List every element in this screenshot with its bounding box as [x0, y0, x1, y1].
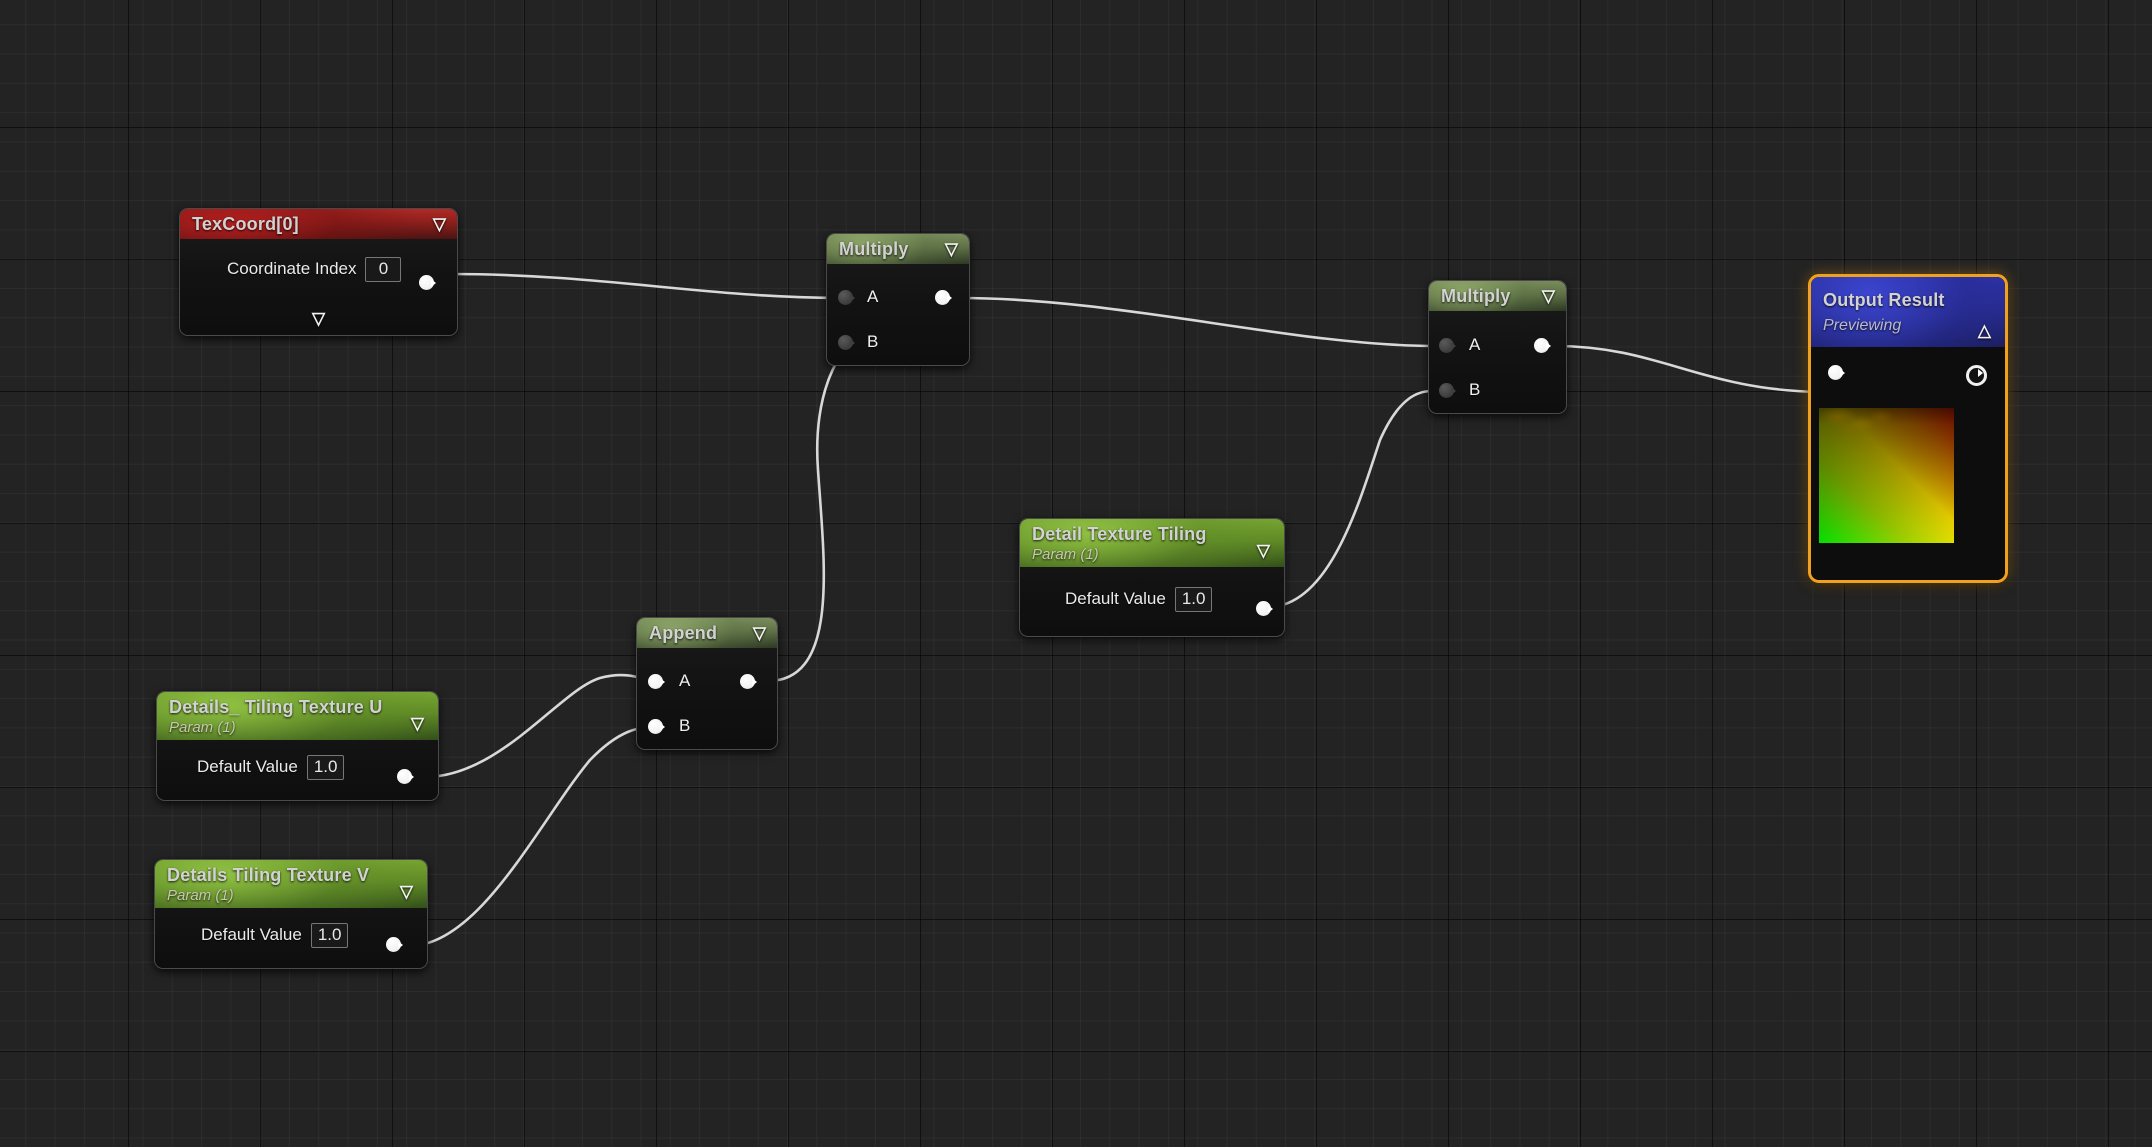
- input-pin-a-label: A: [1469, 335, 1481, 354]
- node-title: Detail Texture Tiling: [1032, 523, 1207, 544]
- output-pin-output-result[interactable]: [1966, 365, 1987, 386]
- output-pin-details-tiling-v[interactable]: [386, 937, 403, 954]
- node-header-multiply-2[interactable]: Multiply ▽: [1429, 281, 1566, 311]
- output-pin-append[interactable]: [740, 674, 757, 691]
- material-graph-canvas[interactable]: TexCoord[0] ▽ Coordinate Index 0 ▽ Multi…: [0, 0, 2152, 1147]
- input-pin-a-label: A: [679, 671, 691, 690]
- output-pin-multiply-2[interactable]: [1534, 338, 1551, 355]
- node-append[interactable]: Append ▽ A B: [636, 617, 778, 750]
- node-title: TexCoord[0]: [192, 213, 299, 234]
- node-subtitle: Param (1): [169, 718, 236, 736]
- input-pin-a-label: A: [867, 287, 879, 306]
- input-pin-b[interactable]: [1439, 383, 1456, 400]
- node-output-result[interactable]: Output Result Previewing △: [1808, 274, 2008, 583]
- input-pin-output-result[interactable]: [1828, 365, 1845, 382]
- chevron-down-icon[interactable]: ▽: [1542, 288, 1555, 305]
- node-subtitle: Param (1): [1032, 545, 1099, 563]
- node-multiply-2[interactable]: Multiply ▽ A B: [1428, 280, 1567, 414]
- chevron-down-icon-expand[interactable]: ▽: [312, 310, 325, 327]
- input-pin-b-label: B: [867, 332, 879, 351]
- row-label: Default Value: [1065, 589, 1166, 609]
- chevron-up-icon[interactable]: △: [1978, 322, 1991, 339]
- node-row-default-value: Default Value 1.0: [1020, 587, 1284, 612]
- input-pin-a[interactable]: [1439, 338, 1456, 355]
- chevron-down-icon[interactable]: ▽: [945, 241, 958, 258]
- input-pin-a[interactable]: [838, 290, 855, 307]
- output-pin-multiply-1[interactable]: [935, 290, 952, 307]
- node-details-tiling-texture-v[interactable]: Details Tiling Texture V Param (1) ▽ Def…: [154, 859, 428, 969]
- wire-tilingv-out-to-append-b: [407, 725, 656, 948]
- input-pin-b[interactable]: [838, 335, 855, 352]
- input-pin-b-label: B: [1469, 380, 1481, 399]
- input-pin-b[interactable]: [648, 719, 665, 736]
- node-header-details-tiling-u[interactable]: Details_ Tiling Texture U Param (1) ▽: [157, 692, 438, 740]
- node-header-append[interactable]: Append ▽: [637, 618, 777, 648]
- wire-append-out-to-multiply1-b: [766, 341, 858, 683]
- wire-tilingu-out-to-append-a: [423, 673, 656, 779]
- node-title: Details_ Tiling Texture U: [169, 696, 383, 717]
- row-label: Coordinate Index: [227, 259, 357, 279]
- wire-detailtiling-out-to-multiply2-b: [1266, 389, 1434, 609]
- node-multiply-1[interactable]: Multiply ▽ A B: [826, 233, 970, 366]
- node-texcoord[interactable]: TexCoord[0] ▽ Coordinate Index 0 ▽: [179, 208, 458, 336]
- output-pin-details-tiling-u[interactable]: [397, 769, 414, 786]
- node-header-multiply-1[interactable]: Multiply ▽: [827, 234, 969, 264]
- node-row-default-value: Default Value 1.0: [157, 755, 438, 780]
- node-header-output-result[interactable]: Output Result Previewing △: [1811, 277, 2005, 347]
- node-details-tiling-texture-u[interactable]: Details_ Tiling Texture U Param (1) ▽ De…: [156, 691, 439, 801]
- node-subtitle: Param (1): [167, 886, 234, 904]
- output-pin-detail-texture-tiling[interactable]: [1256, 601, 1273, 618]
- row-label: Default Value: [197, 757, 298, 777]
- node-header-details-tiling-v[interactable]: Details Tiling Texture V Param (1) ▽: [155, 860, 427, 908]
- default-value-input[interactable]: 1.0: [1174, 587, 1213, 612]
- node-detail-texture-tiling[interactable]: Detail Texture Tiling Param (1) ▽ Defaul…: [1019, 518, 1285, 637]
- wire-multiply1-out-to-multiply2-a: [958, 296, 1434, 348]
- chevron-down-icon[interactable]: ▽: [411, 715, 424, 732]
- material-preview-swatch: [1819, 408, 1954, 543]
- default-value-input[interactable]: 1.0: [310, 923, 349, 948]
- chevron-down-icon[interactable]: ▽: [433, 216, 446, 233]
- node-header-detail-texture-tiling[interactable]: Detail Texture Tiling Param (1) ▽: [1020, 519, 1284, 567]
- node-row-coordinate-index: Coordinate Index 0: [180, 257, 457, 282]
- node-title: Multiply: [1441, 285, 1511, 306]
- chevron-down-icon[interactable]: ▽: [400, 883, 413, 900]
- input-pin-b-label: B: [679, 716, 691, 735]
- node-title: Multiply: [839, 238, 909, 259]
- coordinate-index-input[interactable]: 0: [365, 257, 402, 282]
- node-title: Details Tiling Texture V: [167, 864, 370, 885]
- chevron-down-icon[interactable]: ▽: [753, 625, 766, 642]
- default-value-input[interactable]: 1.0: [306, 755, 345, 780]
- node-title: Output Result: [1823, 289, 1945, 310]
- preview-noise-overlay: [1819, 408, 1954, 454]
- node-header-texcoord[interactable]: TexCoord[0] ▽: [180, 209, 457, 239]
- node-subtitle-previewing: Previewing: [1823, 316, 1902, 334]
- output-pin-texcoord[interactable]: [419, 275, 436, 292]
- wire-multiply2-out-to-output: [1552, 344, 1822, 394]
- chevron-down-icon[interactable]: ▽: [1257, 542, 1270, 559]
- row-label: Default Value: [201, 925, 302, 945]
- wire-texcoord-to-multiply1-a: [448, 272, 839, 300]
- input-pin-a[interactable]: [648, 674, 665, 691]
- node-title: Append: [649, 622, 718, 643]
